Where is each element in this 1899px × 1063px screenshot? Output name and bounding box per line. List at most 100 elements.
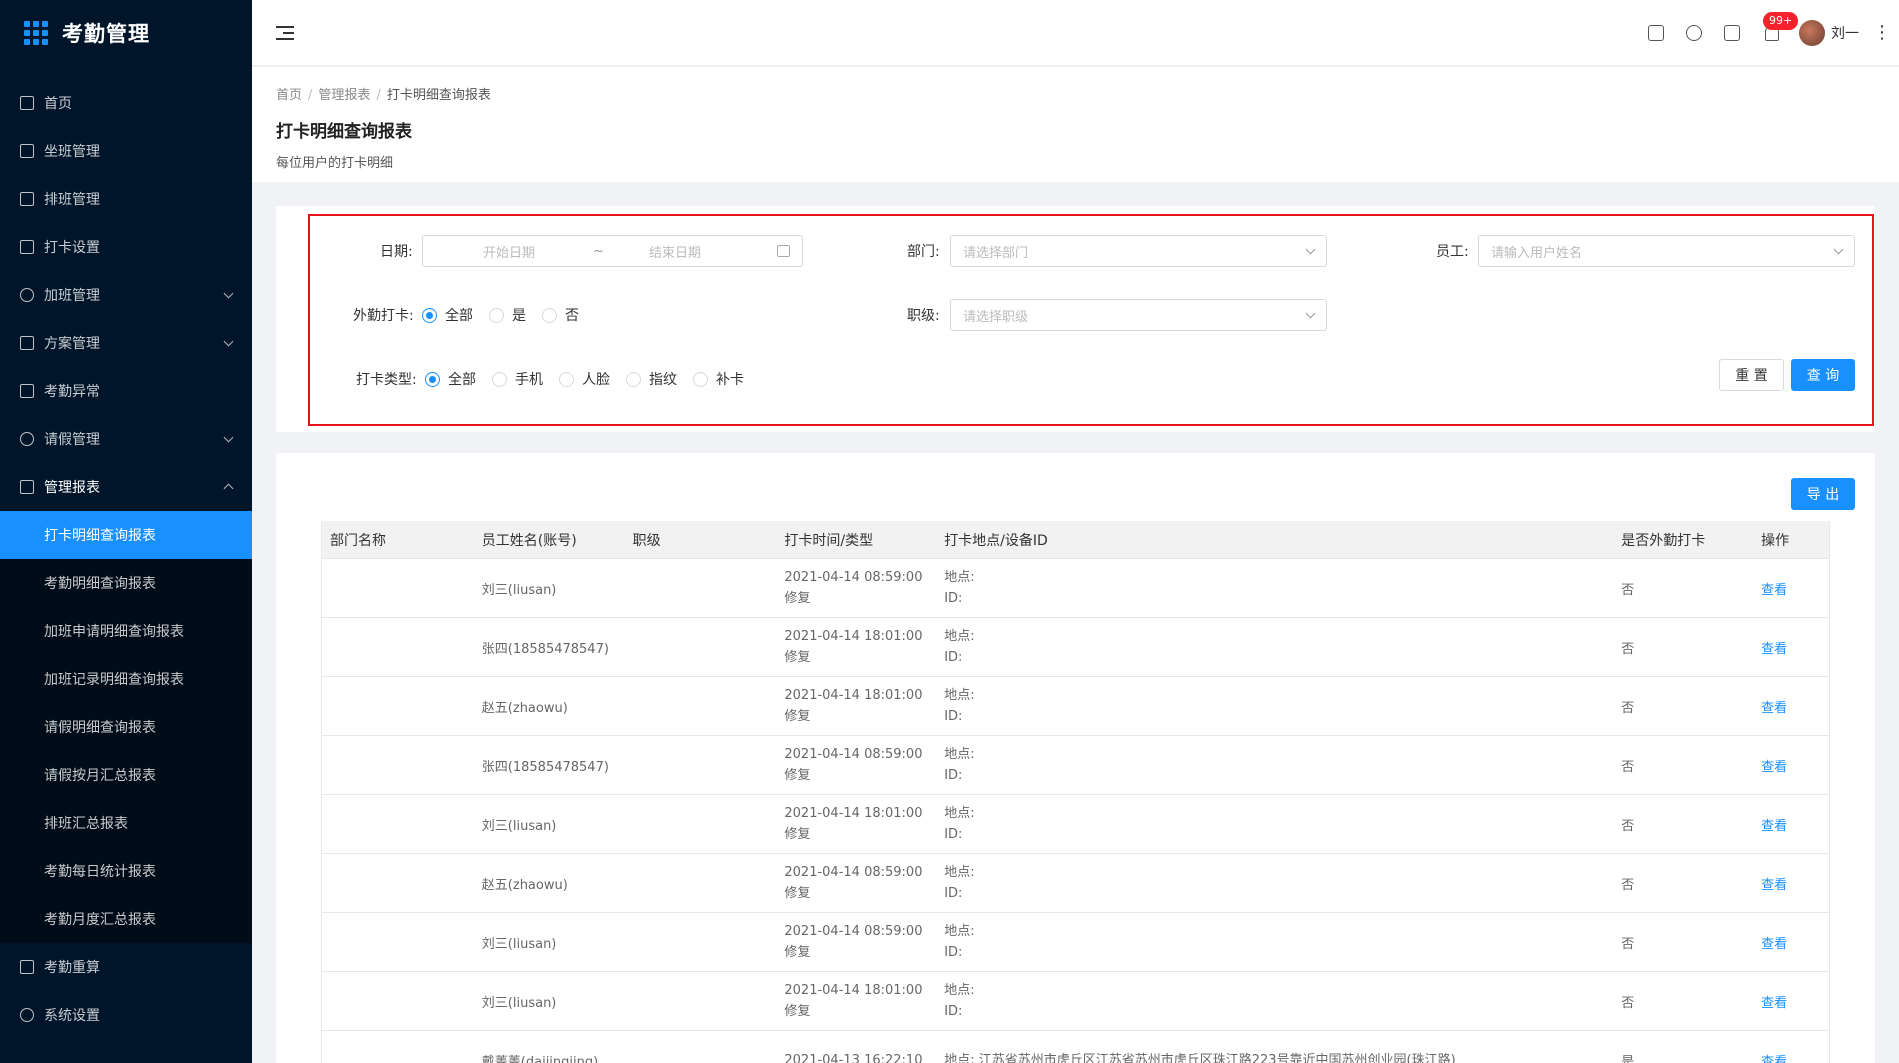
report-icon xyxy=(20,480,34,494)
sidebar-item-overtime[interactable]: 加班管理 xyxy=(0,271,252,319)
sidebar-item-reports[interactable]: 管理报表 xyxy=(0,463,252,511)
sidebar-item-recalc[interactable]: 考勤重算 xyxy=(0,943,252,991)
dept-select[interactable]: 请选择部门 xyxy=(950,235,1327,267)
cell-time-type: 2021-04-14 08:59:00 修复 xyxy=(776,921,936,963)
apps-icon[interactable] xyxy=(1724,25,1740,41)
cell-place: 地点: xyxy=(944,570,975,585)
level-select[interactable]: 请选择职级 xyxy=(950,299,1327,331)
radio-type-makeup[interactable]: 补卡 xyxy=(693,369,744,389)
menu-fold-icon[interactable] xyxy=(276,26,294,40)
more-vertical-icon[interactable]: ⋮ xyxy=(1873,24,1891,42)
submenu-item-leave-monthly[interactable]: 请假按月汇总报表 xyxy=(0,751,252,799)
cell-action: 查看 xyxy=(1753,874,1829,893)
export-button[interactable]: 导 出 xyxy=(1791,478,1855,510)
submenu-item-daily-stats[interactable]: 考勤每日统计报表 xyxy=(0,847,252,895)
cell-time: 2021-04-13 16:22:10 xyxy=(784,1052,923,1063)
cell-place: 地点: xyxy=(944,983,975,998)
punch-type-label: 打卡类型: xyxy=(356,372,417,388)
header-actions: 99+ 刘一 ⋮ xyxy=(1637,0,1899,66)
cell-device: ID: xyxy=(944,1004,963,1019)
employee-select-placeholder: 请输入用户姓名 xyxy=(1491,245,1583,261)
radio-dot xyxy=(626,371,641,387)
cell-place: 地点: xyxy=(944,747,975,762)
radio-dot xyxy=(489,307,504,323)
gear-icon xyxy=(20,1008,34,1022)
table-row: 赵五(zhaowu) 2021-04-14 08:59:00 修复 地点: ID: 否 查看 xyxy=(322,854,1829,913)
employee-select[interactable]: 请输入用户姓名 xyxy=(1478,235,1855,267)
radio-dot xyxy=(693,371,708,387)
sidebar-item-schedule[interactable]: 排班管理 xyxy=(0,175,252,223)
cell-time-type: 2021-04-14 18:01:00 修复 xyxy=(776,626,936,668)
radio-dot xyxy=(542,307,557,323)
dept-select-placeholder: 请选择部门 xyxy=(963,245,1029,261)
view-link[interactable]: 查看 xyxy=(1761,878,1787,893)
sidebar-menu: 首页 坐班管理 排班管理 打卡设置 加班管理 方案管理 考勤异常 请假管理 管理… xyxy=(0,79,252,1039)
cell-place-device: 地点: ID: xyxy=(936,685,1613,727)
sidebar-item-settings[interactable]: 系统设置 xyxy=(0,991,252,1039)
radio-type-all[interactable]: 全部 xyxy=(425,369,476,389)
sidebar-item-plans[interactable]: 方案管理 xyxy=(0,319,252,367)
edit-icon xyxy=(20,240,34,254)
submenu-item-leave-detail[interactable]: 请假明细查询报表 xyxy=(0,703,252,751)
cell-type: 修复 xyxy=(784,768,811,783)
submenu-item-overtime-record[interactable]: 加班记录明细查询报表 xyxy=(0,655,252,703)
reset-button[interactable]: 重 置 xyxy=(1719,359,1784,391)
view-link[interactable]: 查看 xyxy=(1761,937,1787,952)
user-name[interactable]: 刘一 xyxy=(1831,23,1859,43)
submenu-item-monthly-summary[interactable]: 考勤月度汇总报表 xyxy=(0,895,252,943)
app-logo[interactable]: 考勤管理 xyxy=(0,0,252,66)
cell-employee: 赵五(zhaowu) xyxy=(481,877,568,893)
view-link[interactable]: 查看 xyxy=(1761,1055,1787,1063)
submenu-item-attendance-detail[interactable]: 考勤明细查询报表 xyxy=(0,559,252,607)
breadcrumb-reports[interactable]: 管理报表 xyxy=(318,88,370,103)
cell-time-type: 2021-04-14 08:59:00 修复 xyxy=(776,862,936,904)
breadcrumb-home[interactable]: 首页 xyxy=(276,88,302,103)
cell-place-device: 地点: ID: xyxy=(936,803,1613,845)
view-link[interactable]: 查看 xyxy=(1761,996,1787,1011)
sidebar-item-leave[interactable]: 请假管理 xyxy=(0,415,252,463)
sidebar-item-exceptions[interactable]: 考勤异常 xyxy=(0,367,252,415)
submenu-item-punch-detail[interactable]: 打卡明细查询报表 xyxy=(0,511,252,559)
sidebar-item-shift[interactable]: 坐班管理 xyxy=(0,127,252,175)
sidebar-item-label: 排班管理 xyxy=(44,192,100,208)
cell-place-device: 地点: ID: xyxy=(936,567,1613,609)
search-button[interactable]: 查 询 xyxy=(1791,359,1855,391)
cell-place: 地点: xyxy=(944,865,975,880)
date-range-picker[interactable]: 开始日期 ~ 结束日期 xyxy=(422,235,803,267)
breadcrumb-separator: / xyxy=(308,88,313,103)
notifications[interactable]: 99+ xyxy=(1763,12,1799,41)
cell-action: 查看 xyxy=(1753,638,1829,657)
home-icon[interactable] xyxy=(1648,25,1664,41)
sidebar-item-punch-settings[interactable]: 打卡设置 xyxy=(0,223,252,271)
view-link[interactable]: 查看 xyxy=(1761,642,1787,657)
cell-place: 地点: xyxy=(944,688,975,703)
view-link[interactable]: 查看 xyxy=(1761,819,1787,834)
radio-type-face[interactable]: 人脸 xyxy=(559,369,610,389)
schedule-icon xyxy=(20,192,34,206)
calculator-icon xyxy=(20,960,34,974)
date-start-input[interactable]: 开始日期 xyxy=(483,242,535,261)
avatar[interactable] xyxy=(1799,20,1825,46)
cell-device: ID: xyxy=(944,591,963,606)
radio-outside-all[interactable]: 全部 xyxy=(422,305,473,325)
radio-type-mobile[interactable]: 手机 xyxy=(492,369,543,389)
radio-type-fingerprint[interactable]: 指纹 xyxy=(626,369,677,389)
table-header: 部门名称 员工姓名(账号) 职级 打卡时间/类型 打卡地点/设备ID 是否外勤打… xyxy=(322,521,1829,559)
radio-outside-no[interactable]: 否 xyxy=(542,305,579,325)
help-icon[interactable] xyxy=(1686,25,1702,41)
table-row: 刘三(liusan) 2021-04-14 18:01:00 修复 地点: ID: 否 查看 xyxy=(322,972,1829,1031)
submenu-item-schedule-summary[interactable]: 排班汇总报表 xyxy=(0,799,252,847)
sidebar-item-home[interactable]: 首页 xyxy=(0,79,252,127)
submenu-item-overtime-apply[interactable]: 加班申请明细查询报表 xyxy=(0,607,252,655)
column-header: 打卡地点/设备ID xyxy=(944,532,1048,549)
view-link[interactable]: 查看 xyxy=(1761,701,1787,716)
radio-outside-yes[interactable]: 是 xyxy=(489,305,526,325)
cell-employee: 赵五(zhaowu) xyxy=(481,700,568,716)
column-header: 员工姓名(账号) xyxy=(481,532,577,549)
date-end-input[interactable]: 结束日期 xyxy=(649,242,701,261)
view-link[interactable]: 查看 xyxy=(1761,583,1787,598)
cell-place-device: 地点: ID: xyxy=(936,626,1613,668)
view-link[interactable]: 查看 xyxy=(1761,760,1787,775)
cell-type: 修复 xyxy=(784,591,811,606)
radio-dot xyxy=(422,307,437,323)
